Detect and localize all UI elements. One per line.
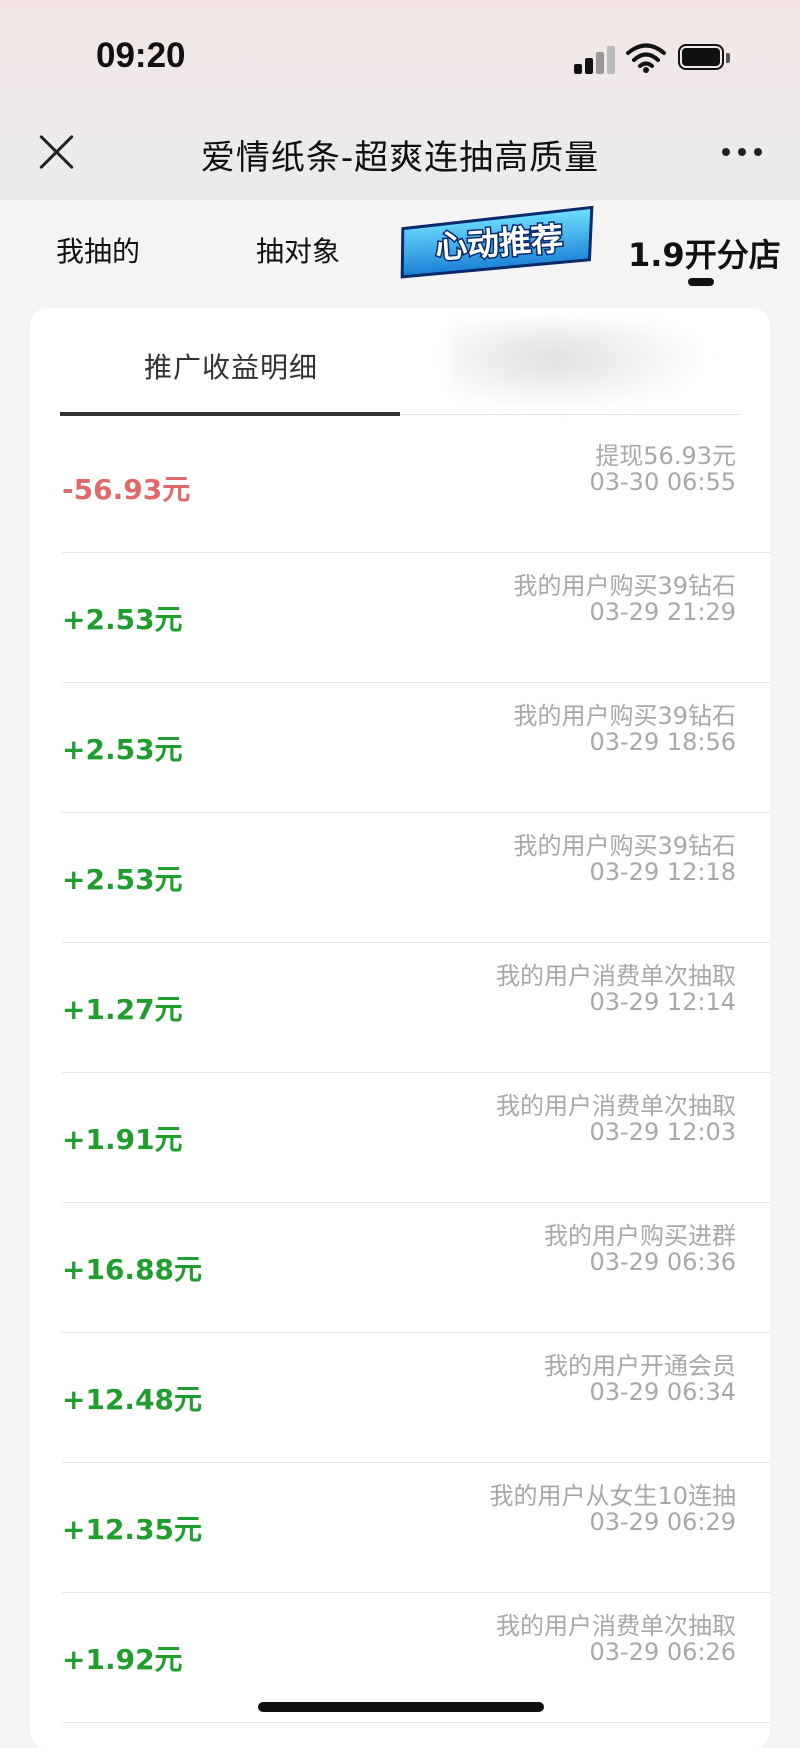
record-amount: +1.91元: [62, 1123, 183, 1156]
wifi-icon: [626, 42, 666, 74]
record-description: 我的用户消费单次抽取: [496, 1092, 736, 1120]
record-description: 我的用户消费单次抽取: [496, 962, 736, 990]
record-time: 03-30 06:55: [589, 468, 736, 496]
record-time: 03-29 06:29: [589, 1508, 736, 1536]
record-amount: +16.88元: [62, 1253, 203, 1286]
record-amount: +12.48元: [62, 1383, 203, 1416]
list-item: +2.53元 我的用户购买39钻石 03-29 21:29: [62, 552, 770, 683]
tab-my-draws[interactable]: 我抽的: [56, 230, 140, 270]
tab-draw-partner[interactable]: 抽对象: [256, 230, 340, 270]
record-time: 03-29 12:18: [589, 858, 736, 886]
record-description: 我的用户从女生10连抽: [489, 1482, 736, 1510]
list-item: +2.53元 我的用户购买39钻石 03-29 12:18: [62, 812, 770, 943]
record-amount: +1.92元: [62, 1643, 183, 1676]
record-time: 03-29 18:56: [589, 728, 736, 756]
record-description: 我的用户购买39钻石: [513, 832, 736, 860]
record-time: 03-29 12:14: [589, 988, 736, 1016]
record-amount: +2.53元: [62, 603, 183, 636]
list-item: +2.53元 我的用户购买39钻石 03-29 18:56: [62, 682, 770, 813]
record-description: 我的用户消费单次抽取: [496, 1612, 736, 1640]
record-time: 03-29 12:03: [589, 1118, 736, 1146]
top-bar: 09:20 爱情纸条-超爽连抽高质量: [0, 0, 800, 200]
record-time: 03-29 06:34: [589, 1378, 736, 1406]
record-description: 我的用户购买39钻石: [513, 572, 736, 600]
list-item: +16.88元 我的用户购买进群 03-29 06:36: [62, 1202, 770, 1333]
list-item: +12.48元 我的用户开通会员 03-29 06:34: [62, 1332, 770, 1463]
list-item: +1.27元 我的用户消费单次抽取 03-29 12:14: [62, 942, 770, 1073]
record-amount: -56.93元: [62, 473, 191, 506]
top-tabs: 我抽的 抽对象 心动推荐 1.9开分店: [0, 200, 800, 286]
tab-open-store[interactable]: 1.9开分店: [628, 230, 781, 276]
list-item: +12.35元 我的用户从女生10连抽 03-29 06:29: [62, 1462, 770, 1593]
record-description: 我的用户开通会员: [544, 1352, 736, 1380]
record-description: 我的用户购买39钻石: [513, 702, 736, 730]
record-time: 03-29 06:26: [589, 1638, 736, 1666]
record-time: 03-29 21:29: [589, 598, 736, 626]
earnings-card: 推广收益明细 -56.93元 提现56.93元 03-30 06:55 +2.5…: [30, 308, 770, 1748]
record-amount: +12.35元: [62, 1513, 203, 1546]
signal-icon: [574, 44, 615, 74]
home-indicator[interactable]: [258, 1702, 544, 1712]
subtab-underline: [60, 412, 400, 416]
list-item: +1.91元 我的用户消费单次抽取 03-29 12:03: [62, 1072, 770, 1203]
list-item: -56.93元 提现56.93元 03-30 06:55: [62, 422, 770, 553]
more-icon[interactable]: [722, 148, 764, 158]
tab-featured[interactable]: 心动推荐: [396, 205, 602, 279]
record-amount: +2.53元: [62, 863, 183, 896]
close-icon[interactable]: [38, 133, 76, 171]
record-description: 我的用户购买进群: [544, 1222, 736, 1250]
subtab-divider: [400, 414, 740, 415]
subtab-blurred[interactable]: [450, 322, 710, 412]
subtab-promo-earnings[interactable]: 推广收益明细: [144, 346, 318, 386]
status-time: 09:20: [96, 36, 186, 75]
page-title: 爱情纸条-超爽连抽高质量: [200, 138, 600, 178]
record-amount: +2.53元: [62, 733, 183, 766]
record-description: 提现56.93元: [595, 442, 736, 470]
record-amount: +1.27元: [62, 993, 183, 1026]
battery-icon: [678, 44, 732, 72]
tab-active-indicator: [688, 278, 714, 286]
record-time: 03-29 06:36: [589, 1248, 736, 1276]
